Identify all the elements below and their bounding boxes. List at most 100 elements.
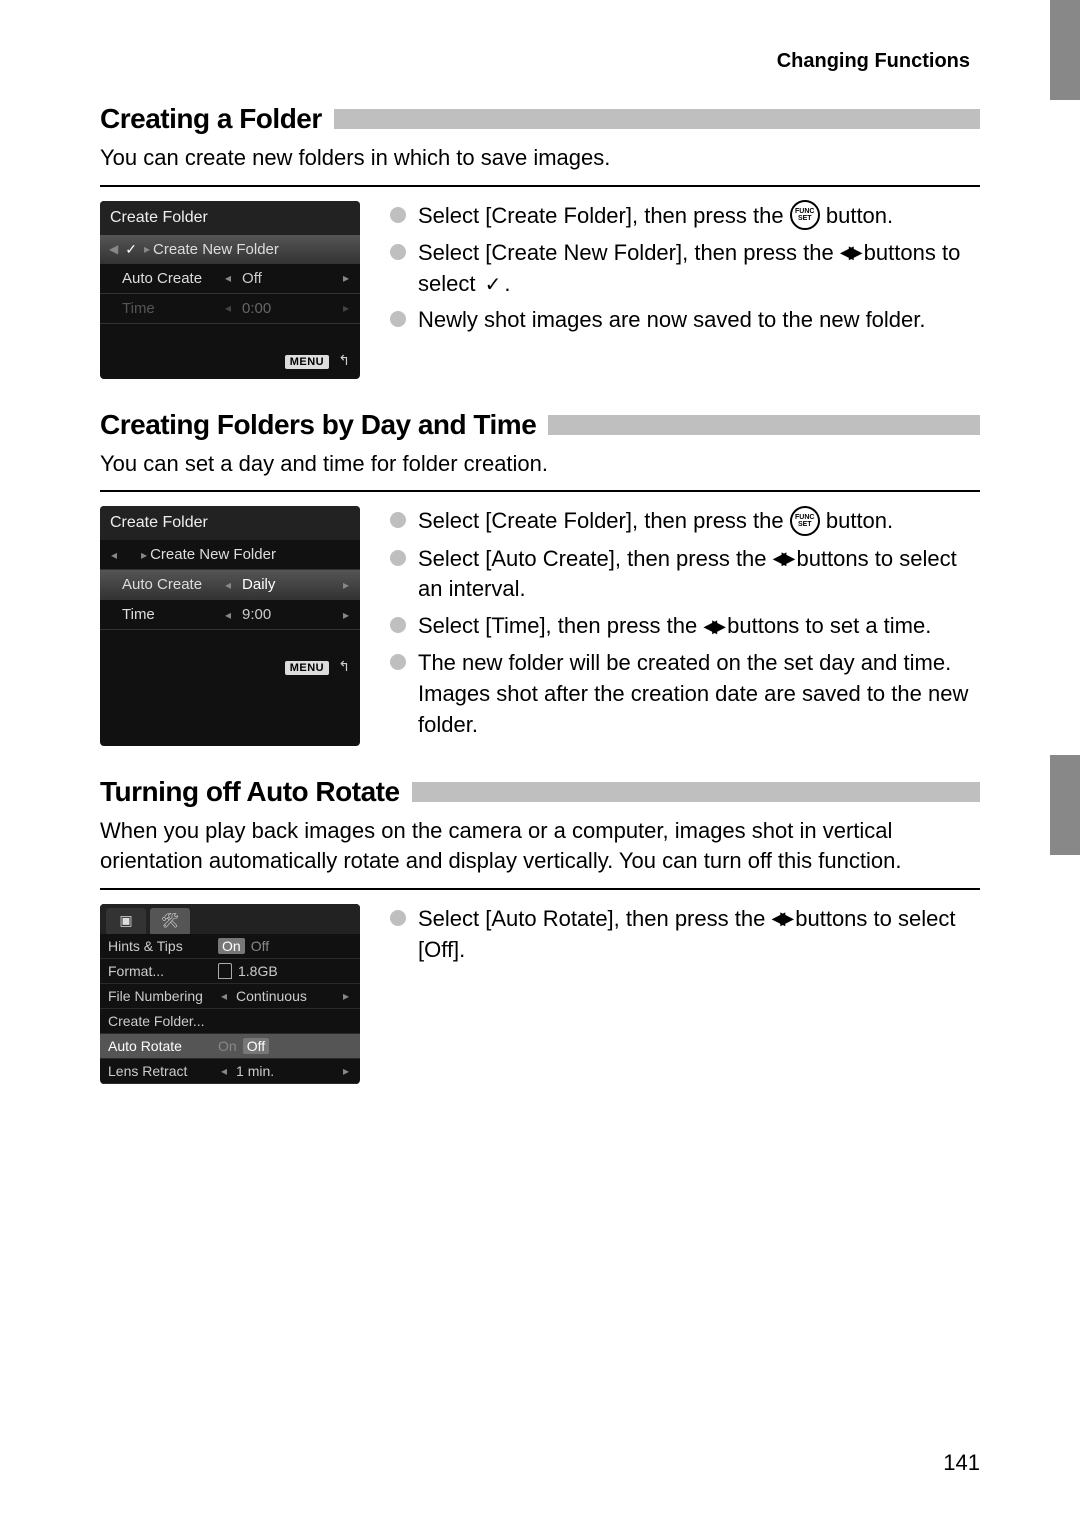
divider bbox=[100, 888, 980, 890]
right-arrow-icon: ▸ bbox=[340, 271, 352, 285]
section3-heading: Turning off Auto Rotate bbox=[100, 776, 980, 808]
sc3-format-label: Format... bbox=[108, 963, 218, 979]
section1-heading: Creating a Folder bbox=[100, 103, 980, 135]
section1-step2: Select [Create New Folder], then press t… bbox=[390, 238, 980, 300]
sc1-autocreate-row: Auto Create ◂ Off ▸ bbox=[100, 264, 360, 294]
sc1-title: Create Folder bbox=[100, 201, 360, 235]
left-arrow-icon: ◂ bbox=[218, 1064, 230, 1078]
func-set-icon: FUNCSET bbox=[790, 506, 820, 536]
left-arrow-icon: ◂ bbox=[222, 578, 234, 592]
section2-step2: Select [Auto Create], then press the ◀▶ … bbox=[390, 544, 980, 606]
section1-step3: Newly shot images are now saved to the n… bbox=[390, 305, 980, 336]
sc3-hints-label: Hints & Tips bbox=[108, 938, 218, 954]
left-arrow-icon: ◂ bbox=[222, 301, 234, 315]
sc3-hints-val: On Off bbox=[218, 938, 352, 954]
check-icon: ✓ bbox=[482, 271, 505, 299]
sc3-format-val: 1.8GB bbox=[218, 963, 352, 979]
section2-instructions: Select [Create Folder], then press the F… bbox=[390, 506, 980, 746]
sc2-time-row: Time ◂ 9:00 ▸ bbox=[100, 600, 360, 630]
screenshot-create-folder-1: Create Folder ◀ ✓ ▸ Create New Folder Au… bbox=[100, 201, 360, 379]
side-tab-top bbox=[1050, 0, 1080, 100]
sc3-autorotate-row: Auto Rotate On Off bbox=[100, 1034, 360, 1059]
sc3-lensretract-label: Lens Retract bbox=[108, 1063, 218, 1079]
sc1-create-new-row: ◀ ✓ ▸ Create New Folder bbox=[100, 235, 360, 264]
section1-instructions: Select [Create Folder], then press the F… bbox=[390, 201, 980, 379]
right-arrow-icon: ▸ bbox=[340, 578, 352, 592]
sc2-time-value: 9:00 bbox=[234, 606, 279, 623]
sc1-footer: MENU ↰ bbox=[100, 344, 360, 379]
section1-title: Creating a Folder bbox=[100, 103, 322, 135]
heading-bar bbox=[412, 782, 980, 802]
func-set-icon: FUNCSET bbox=[790, 200, 820, 230]
section2-step3: Select [Time], then press the ◀▶ buttons… bbox=[390, 611, 980, 642]
heading-bar bbox=[334, 109, 980, 129]
right-arrow-icon: ▸ bbox=[340, 301, 352, 315]
sc2-create-new: Create New Folder bbox=[150, 546, 276, 563]
right-arrow-icon: ▸ bbox=[340, 608, 352, 622]
left-arrow-icon: ◂ bbox=[222, 608, 234, 622]
sc1-time-row: Time ◂ 0:00 ▸ bbox=[100, 294, 360, 324]
section2-step4: The new folder will be created on the se… bbox=[390, 648, 980, 740]
heading-bar bbox=[548, 415, 980, 435]
section2-heading: Creating Folders by Day and Time bbox=[100, 409, 980, 441]
section2-step1: Select [Create Folder], then press the F… bbox=[390, 506, 980, 537]
sc3-autorotate-label: Auto Rotate bbox=[108, 1038, 218, 1054]
sc3-filenum-row: File Numbering ◂ Continuous ▸ bbox=[100, 984, 360, 1009]
sc2-footer: MENU ↰ bbox=[100, 650, 360, 685]
menu-badge: MENU bbox=[285, 355, 329, 369]
sc3-tabs: ▣ 🛠 bbox=[100, 904, 360, 934]
sc2-autocreate-row: Auto Create ◂ Daily ▸ bbox=[100, 570, 360, 600]
check-icon: ✓ bbox=[121, 241, 141, 258]
section1-step1: Select [Create Folder], then press the F… bbox=[390, 201, 980, 232]
side-tab-bottom bbox=[1050, 755, 1080, 855]
page-header: Changing Functions bbox=[100, 50, 980, 73]
left-arrow-icon: ◂ bbox=[222, 271, 234, 285]
right-arrow-icon: ▸ bbox=[138, 548, 150, 562]
sc3-createfolder-row: Create Folder... bbox=[100, 1009, 360, 1034]
sc3-autorotate-val: On Off bbox=[218, 1038, 352, 1054]
divider bbox=[100, 490, 980, 492]
camera-tab-icon: ▣ bbox=[106, 908, 146, 934]
leftright-icon: ◀▶ bbox=[773, 546, 791, 571]
sc3-filenum-val: ◂ Continuous bbox=[218, 988, 340, 1004]
sd-card-icon bbox=[218, 963, 232, 979]
sc1-create-new: Create New Folder bbox=[153, 241, 279, 258]
sc3-lensretract-row: Lens Retract ◂ 1 min. ▸ bbox=[100, 1059, 360, 1084]
section3-title: Turning off Auto Rotate bbox=[100, 776, 400, 808]
section3-instructions: Select [Auto Rotate], then press the ◀▶ … bbox=[390, 904, 980, 1084]
leftright-icon: ◀▶ bbox=[703, 614, 721, 639]
right-arrow-icon: ▸ bbox=[141, 242, 153, 256]
tools-tab-icon: 🛠 bbox=[150, 908, 190, 934]
back-icon: ↰ bbox=[338, 658, 350, 674]
section3-intro: When you play back images on the camera … bbox=[100, 816, 980, 875]
sc1-time-value: 0:00 bbox=[234, 300, 279, 317]
leftright-icon: ◀▶ bbox=[771, 906, 789, 931]
right-arrow-icon: ▸ bbox=[340, 989, 352, 1003]
section1-intro: You can create new folders in which to s… bbox=[100, 143, 980, 173]
sc2-create-new-row: ◂ ▸ Create New Folder bbox=[100, 540, 360, 570]
screenshot-settings-menu: ▣ 🛠 Hints & Tips On Off Format... 1.8GB … bbox=[100, 904, 360, 1084]
left-arrow-icon: ◂ bbox=[108, 548, 120, 562]
sc2-autocreate-label: Auto Create bbox=[108, 576, 222, 593]
screenshot-create-folder-2: Create Folder ◂ ▸ Create New Folder Auto… bbox=[100, 506, 360, 746]
left-arrow-icon: ◂ bbox=[218, 989, 230, 1003]
back-icon: ↰ bbox=[338, 352, 350, 368]
sc3-filenum-label: File Numbering bbox=[108, 988, 218, 1004]
sc2-title: Create Folder bbox=[100, 506, 360, 540]
sc3-hints-row: Hints & Tips On Off bbox=[100, 934, 360, 959]
leftright-icon: ◀▶ bbox=[840, 240, 858, 265]
sc1-time-label: Time bbox=[108, 300, 222, 317]
sc1-autocreate-value: Off bbox=[234, 270, 270, 287]
section2-intro: You can set a day and time for folder cr… bbox=[100, 449, 980, 479]
sc2-autocreate-value: Daily bbox=[234, 576, 283, 593]
right-arrow-icon: ▸ bbox=[340, 1064, 352, 1078]
section2-title: Creating Folders by Day and Time bbox=[100, 409, 536, 441]
section3-step1: Select [Auto Rotate], then press the ◀▶ … bbox=[390, 904, 980, 966]
sc2-time-label: Time bbox=[108, 606, 222, 623]
divider bbox=[100, 185, 980, 187]
menu-badge: MENU bbox=[285, 661, 329, 675]
sc3-format-row: Format... 1.8GB bbox=[100, 959, 360, 984]
page-number: 141 bbox=[943, 1450, 980, 1476]
sc1-autocreate-label: Auto Create bbox=[108, 270, 222, 287]
left-arrow-icon: ◀ bbox=[106, 242, 121, 256]
